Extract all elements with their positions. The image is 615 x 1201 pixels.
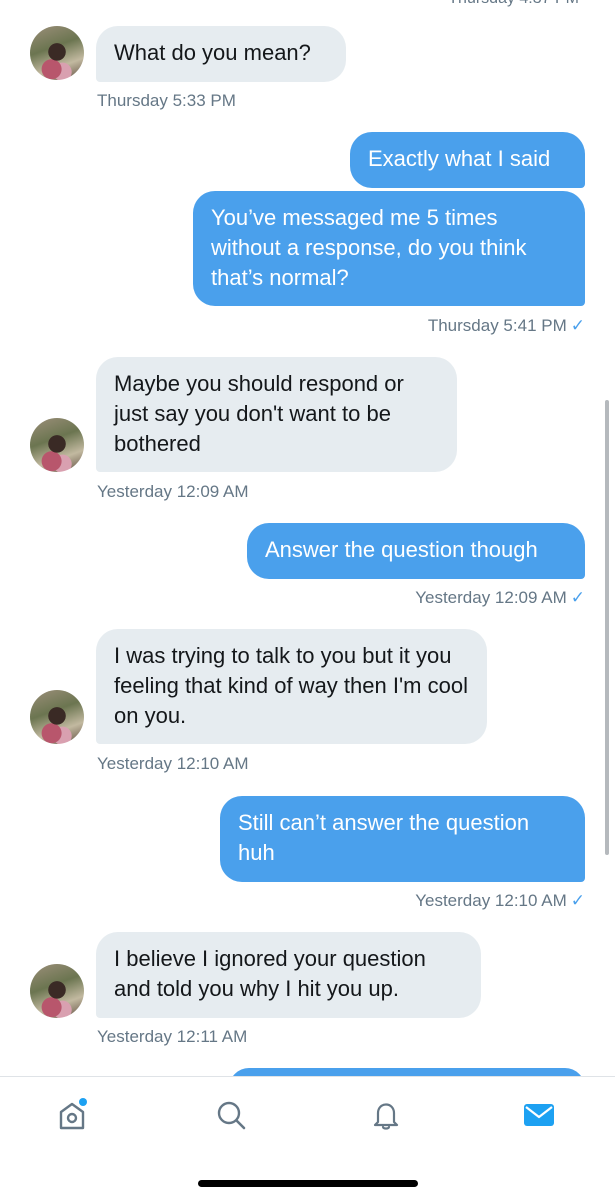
scrollbar[interactable] bbox=[605, 400, 609, 855]
home-indicator[interactable] bbox=[198, 1180, 418, 1187]
outgoing-message-bubble[interactable]: Still can’t answer the question huh bbox=[220, 796, 585, 882]
sender-avatar[interactable] bbox=[30, 26, 84, 80]
timestamp-text: Yesterday 12:09 AM bbox=[415, 588, 567, 607]
incoming-message-bubble[interactable]: I was trying to talk to you but it you f… bbox=[96, 629, 487, 744]
read-receipt-check-icon: ✓ bbox=[570, 891, 585, 910]
incoming-message-bubble[interactable]: Maybe you should respond or just say you… bbox=[96, 357, 457, 472]
message-timestamp: Thursday 5:33 PM bbox=[97, 91, 236, 110]
message-thread[interactable]: Thursday 4:37 PM What do you mean? Thurs… bbox=[0, 0, 615, 1076]
read-receipt-check-icon: ✓ bbox=[570, 316, 585, 335]
home-icon bbox=[59, 1098, 87, 1130]
search-icon bbox=[217, 1101, 246, 1130]
tab-notifications[interactable] bbox=[366, 1095, 406, 1135]
outgoing-message-bubble[interactable]: Answer the question though bbox=[247, 523, 585, 579]
incoming-message-bubble[interactable]: I believe I ignored your question and to… bbox=[96, 932, 481, 1018]
message-timestamp: Yesterday 12:10 AM ✓ bbox=[415, 891, 585, 911]
message-timestamp: Yesterday 12:11 AM bbox=[97, 1027, 248, 1046]
message-timestamp: Yesterday 12:10 AM bbox=[97, 754, 249, 773]
read-receipt-check-icon: ✓ bbox=[570, 588, 585, 607]
message-timestamp: Yesterday 12:09 AM ✓ bbox=[415, 588, 585, 608]
timestamp-text: Yesterday 12:10 AM bbox=[415, 891, 567, 910]
sender-avatar[interactable] bbox=[30, 418, 84, 472]
message-timestamp: Yesterday 12:09 AM bbox=[97, 482, 249, 501]
incoming-message-bubble[interactable]: What do you mean? bbox=[96, 26, 346, 82]
tab-messages[interactable] bbox=[519, 1095, 559, 1135]
sender-avatar[interactable] bbox=[30, 964, 84, 1018]
outgoing-message-bubble[interactable]: Exactly what I said bbox=[350, 132, 585, 188]
sender-avatar[interactable] bbox=[30, 690, 84, 744]
notifications-bell-icon bbox=[373, 1103, 399, 1130]
tab-search[interactable] bbox=[211, 1095, 251, 1135]
outgoing-message-bubble[interactable]: You’ve messaged me 5 times without a res… bbox=[193, 191, 585, 306]
notification-badge-dot bbox=[79, 1098, 87, 1106]
timestamp-text: Thursday 5:41 PM bbox=[427, 316, 567, 335]
messages-envelope-icon bbox=[524, 1104, 554, 1126]
tab-home[interactable] bbox=[52, 1095, 92, 1135]
outgoing-message-bubble-partial[interactable] bbox=[229, 1068, 585, 1076]
message-timestamp: Thursday 5:41 PM ✓ bbox=[428, 316, 585, 336]
timestamp-cut-off: Thursday 4:37 PM bbox=[448, 0, 579, 8]
